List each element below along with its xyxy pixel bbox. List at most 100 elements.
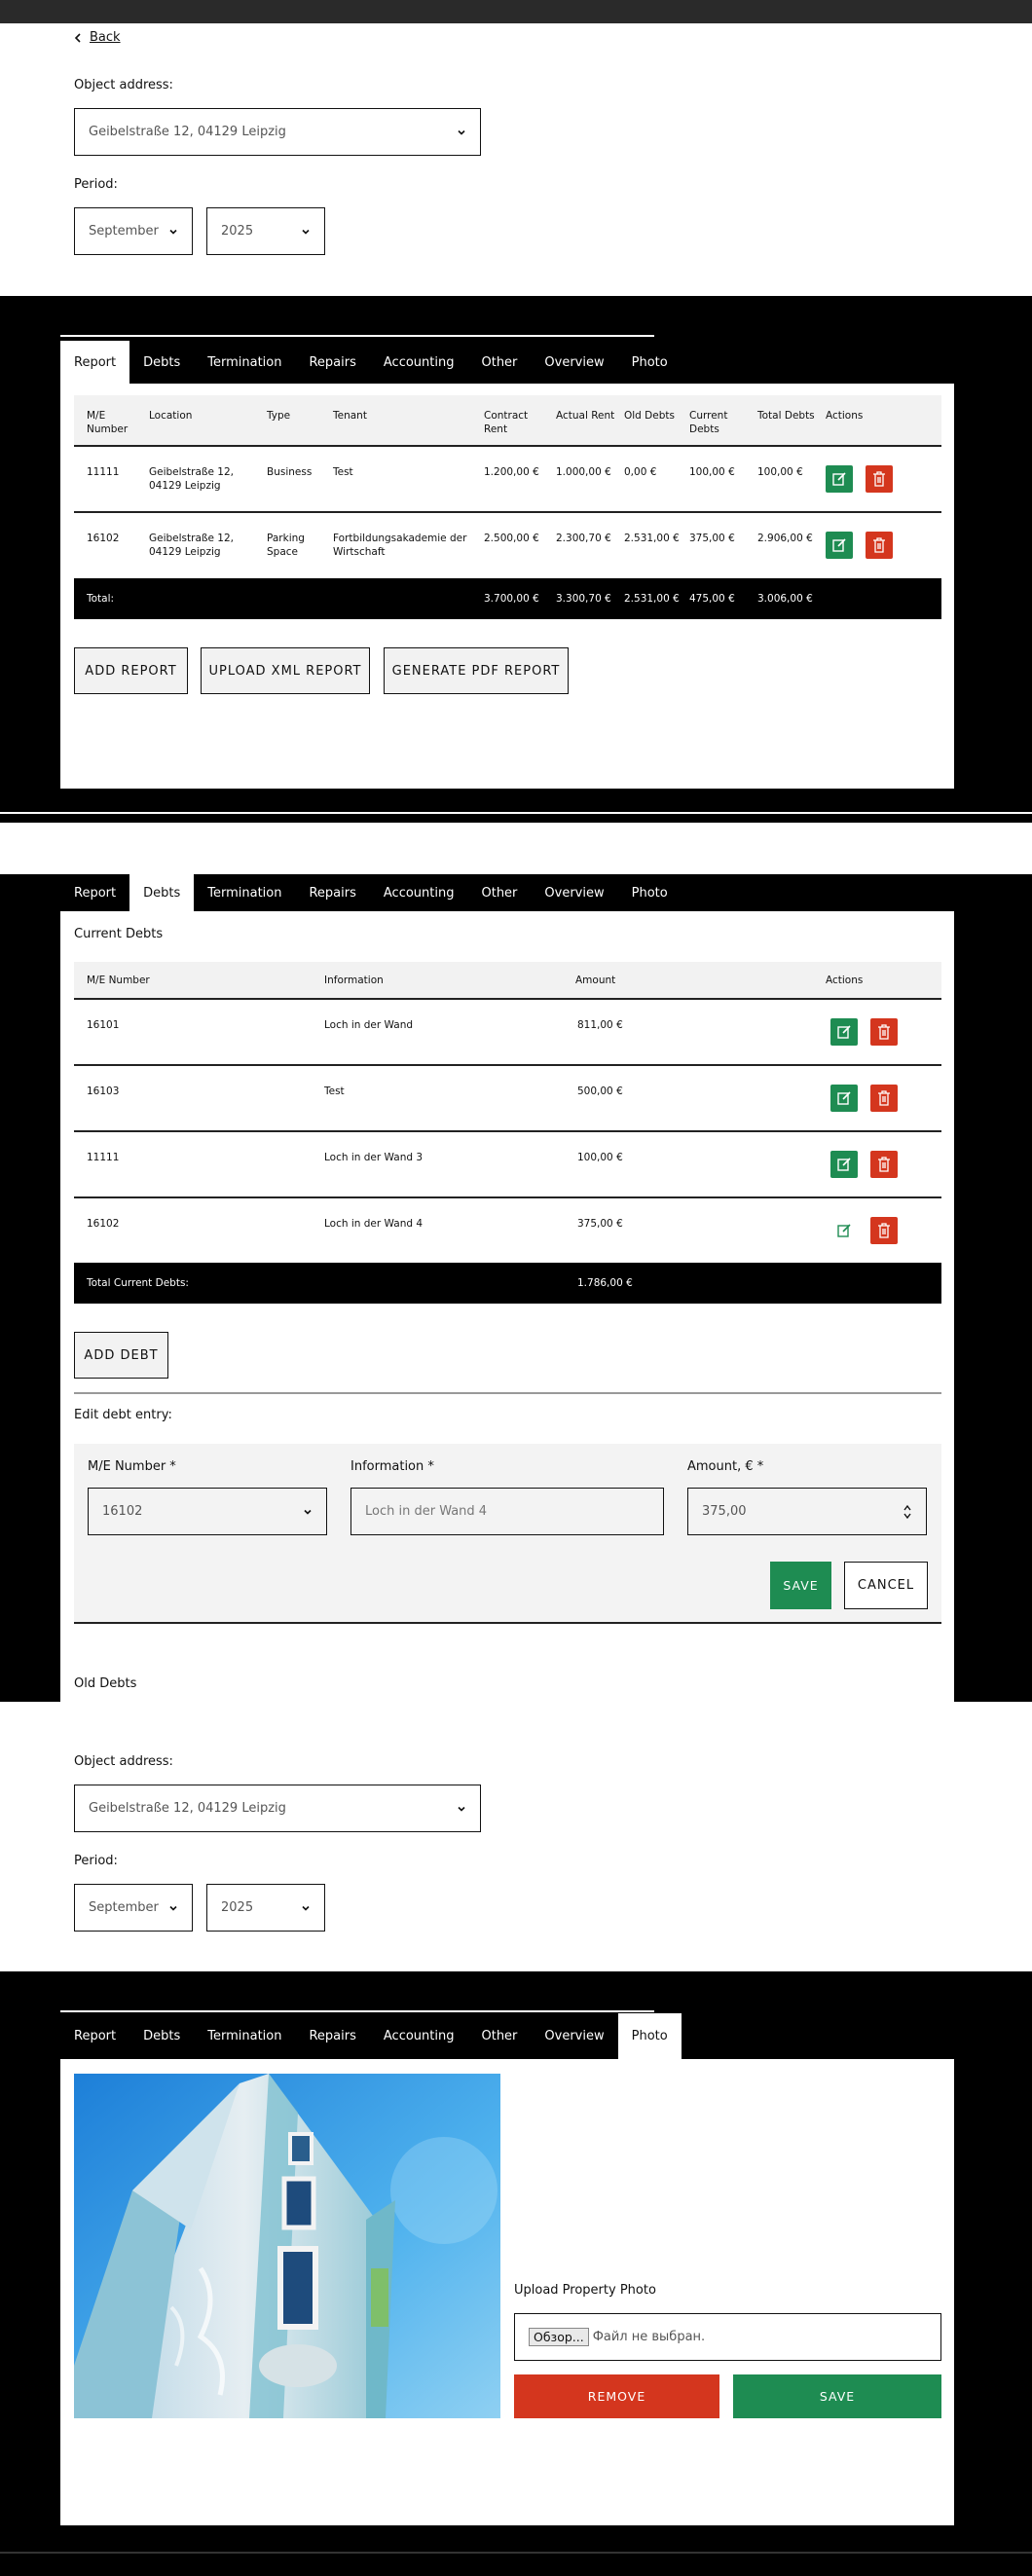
upload-xml-button[interactable]: UPLOAD XML REPORT xyxy=(201,647,370,694)
cell: 16102 xyxy=(87,533,120,544)
col-header: Information xyxy=(324,975,384,986)
generate-pdf-button[interactable]: GENERATE PDF REPORT xyxy=(384,647,569,694)
total-label: Total: xyxy=(87,593,115,605)
address-select[interactable]: Geibelstraße 12, 04129 Leipzig xyxy=(74,108,481,156)
tab-termination[interactable]: Termination xyxy=(194,874,295,911)
cell: 0,00 € xyxy=(624,466,657,478)
cell: Loch in der Wand 3 xyxy=(324,1152,424,1163)
add-report-button[interactable]: ADD REPORT xyxy=(74,647,188,694)
edit-button[interactable] xyxy=(830,1151,858,1178)
tab-accounting[interactable]: Accounting xyxy=(370,2013,468,2059)
col-header: Current Debts xyxy=(689,410,728,435)
delete-button[interactable] xyxy=(870,1085,898,1112)
tab-photo[interactable]: Photo xyxy=(618,874,682,911)
tab-report[interactable]: Report xyxy=(60,341,130,384)
month-value: September xyxy=(89,224,159,239)
delete-button[interactable] xyxy=(866,465,893,493)
edit-button[interactable] xyxy=(826,532,853,559)
edit-button-active[interactable] xyxy=(830,1217,858,1244)
cell: Loch in der Wand 4 xyxy=(324,1218,424,1230)
information-label: Information * xyxy=(350,1459,434,1474)
me-number-select[interactable]: 16102 xyxy=(88,1488,327,1535)
tab-overview[interactable]: Overview xyxy=(531,2013,617,2059)
cell: 11111 xyxy=(87,466,120,478)
amount-value: 375,00 xyxy=(702,1504,747,1519)
edit-button[interactable] xyxy=(830,1085,858,1112)
tab-photo[interactable]: Photo xyxy=(618,341,682,384)
edit-button[interactable] xyxy=(830,1018,858,1046)
tab-report[interactable]: Report xyxy=(60,874,129,911)
stepper-icon[interactable] xyxy=(903,1503,912,1521)
photo-tabs: Report Debts Termination Repairs Account… xyxy=(60,2013,682,2059)
month-select[interactable]: September xyxy=(74,1884,193,1932)
cell: Parking Space xyxy=(267,533,305,558)
address-select[interactable]: Geibelstraße 12, 04129 Leipzig xyxy=(74,1785,481,1832)
tab-accounting[interactable]: Accounting xyxy=(370,341,468,384)
col-header: Old Debts xyxy=(624,410,675,422)
tab-repairs[interactable]: Repairs xyxy=(295,2013,369,2059)
edit-icon xyxy=(832,538,846,552)
amount-input[interactable]: 375,00 xyxy=(687,1488,927,1535)
tab-repairs[interactable]: Repairs xyxy=(295,341,369,384)
tab-debts[interactable]: Debts xyxy=(129,2013,194,2059)
cell: Test xyxy=(324,1086,345,1097)
cell: 500,00 € xyxy=(577,1086,623,1097)
year-select[interactable]: 2025 xyxy=(206,1884,325,1932)
tab-other[interactable]: Other xyxy=(467,341,531,384)
cell: Geibelstraße 12, 04129 Leipzig xyxy=(149,533,235,558)
col-header: Location xyxy=(149,410,193,422)
month-select[interactable]: September xyxy=(74,207,193,255)
information-input[interactable]: Loch in der Wand 4 xyxy=(350,1488,664,1535)
cell: 2.500,00 € xyxy=(484,533,539,544)
old-debts-title: Old Debts xyxy=(74,1676,137,1691)
cell: Loch in der Wand xyxy=(324,1019,414,1031)
file-input[interactable]: Обзор... Файл не выбран. xyxy=(514,2313,941,2361)
tab-overview[interactable]: Overview xyxy=(531,874,617,911)
tab-debts[interactable]: Debts xyxy=(129,874,195,911)
tab-termination[interactable]: Termination xyxy=(194,341,295,384)
edit-icon xyxy=(837,1091,851,1105)
address-value: Geibelstraße 12, 04129 Leipzig xyxy=(89,1801,286,1816)
row-divider xyxy=(74,998,941,1000)
total-actual-rent: 3.300,70 € xyxy=(556,593,611,605)
tab-debts[interactable]: Debts xyxy=(129,341,194,384)
current-debts-title: Current Debts xyxy=(74,927,164,941)
row-divider xyxy=(74,511,941,513)
back-label[interactable]: Back xyxy=(90,30,121,45)
tab-report[interactable]: Report xyxy=(60,2013,129,2059)
add-debt-button[interactable]: ADD DEBT xyxy=(74,1332,168,1379)
edit-button[interactable] xyxy=(826,465,853,493)
delete-button[interactable] xyxy=(870,1217,898,1244)
period-label: Period: xyxy=(74,1854,118,1868)
col-header: Actual Rent xyxy=(556,410,615,422)
row-divider xyxy=(74,445,941,447)
col-header: Actions xyxy=(826,975,864,986)
edit-icon xyxy=(837,1025,851,1039)
cell: 16102 xyxy=(87,1218,120,1230)
tab-photo[interactable]: Photo xyxy=(617,2013,682,2059)
delete-button[interactable] xyxy=(866,532,893,559)
total-current-debts: 475,00 € xyxy=(689,593,735,605)
tab-repairs[interactable]: Repairs xyxy=(295,874,369,911)
total-contract-rent: 3.700,00 € xyxy=(484,593,539,605)
cancel-debt-button[interactable]: CANCEL xyxy=(844,1562,928,1609)
tab-other[interactable]: Other xyxy=(467,2013,531,2059)
remove-photo-button[interactable]: REMOVE xyxy=(514,2374,719,2418)
tab-other[interactable]: Other xyxy=(467,874,531,911)
year-select[interactable]: 2025 xyxy=(206,207,325,255)
save-photo-button[interactable]: SAVE xyxy=(733,2374,941,2418)
tab-accounting[interactable]: Accounting xyxy=(370,874,468,911)
edit-icon xyxy=(837,1158,851,1171)
tab-overview[interactable]: Overview xyxy=(531,341,617,384)
cell: 16101 xyxy=(87,1019,120,1031)
cell: 1.000,00 € xyxy=(556,466,611,478)
save-debt-button[interactable]: SAVE xyxy=(770,1562,831,1609)
delete-button[interactable] xyxy=(870,1018,898,1046)
back-link[interactable]: Back xyxy=(74,30,121,45)
browse-button[interactable]: Обзор... xyxy=(529,2328,589,2346)
period-label: Period: xyxy=(74,177,118,192)
delete-button[interactable] xyxy=(870,1151,898,1178)
tab-termination[interactable]: Termination xyxy=(194,2013,295,2059)
trash-icon xyxy=(873,471,885,487)
debts-header-row xyxy=(74,962,941,999)
